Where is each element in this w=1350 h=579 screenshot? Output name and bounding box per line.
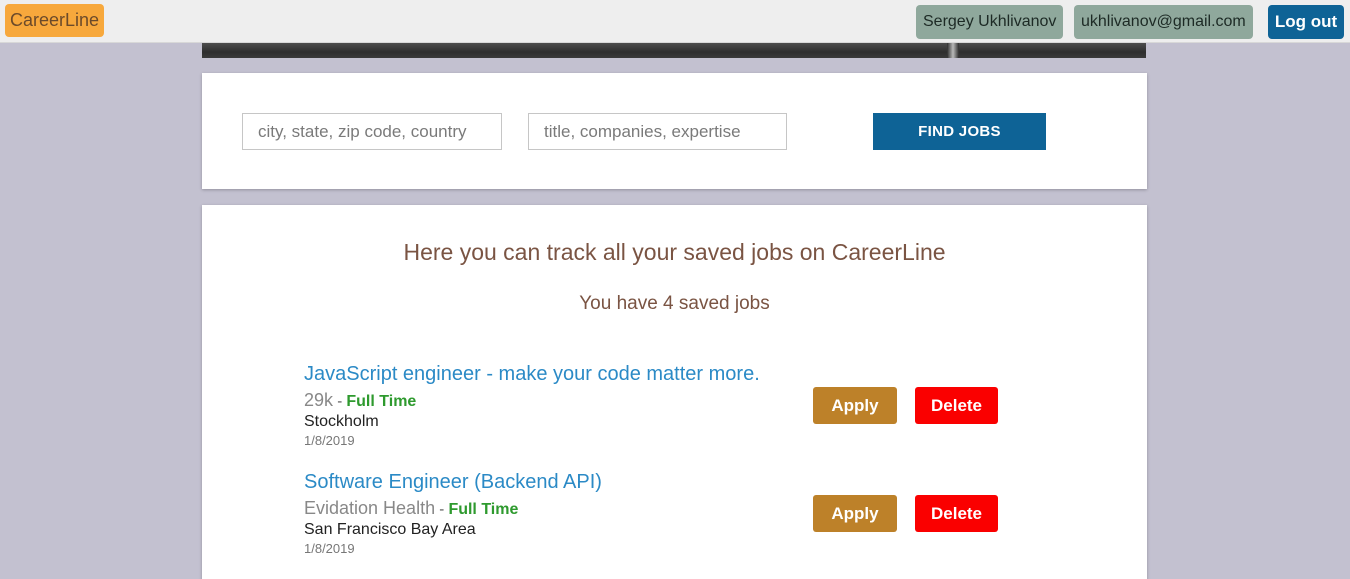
job-location: Stockholm [304,413,379,430]
saved-jobs-headline: Here you can track all your saved jobs o… [403,239,946,265]
saved-jobs-count: You have 4 saved jobs [579,293,770,314]
brand-logo-link[interactable]: CareerLine [5,4,105,37]
job-company: Evidation Health [304,498,436,518]
job-meta: 29k - Full Time [304,390,416,411]
saved-job-item: Software Engineer (Backend API) Evidatio… [304,471,1044,561]
user-email-badge[interactable]: ukhlivanov@gmail.com [1074,5,1253,39]
job-meta-separator: - [435,501,449,518]
apply-button[interactable]: Apply [813,387,897,424]
saved-job-item: JavaScript engineer - make your code mat… [304,363,1044,453]
job-title-link[interactable]: JavaScript engineer - make your code mat… [304,363,760,386]
job-type: Full Time [448,501,519,518]
apply-button[interactable]: Apply [813,495,897,532]
location-search-input[interactable] [242,113,502,150]
job-meta: Evidation Health - Full Time [304,498,518,519]
job-type: Full Time [346,393,417,410]
hero-image [202,43,1146,58]
job-title-link[interactable]: Software Engineer (Backend API) [304,471,602,494]
job-date: 1/8/2019 [304,433,355,448]
user-name-badge[interactable]: Sergey Ukhlivanov [916,5,1064,39]
find-jobs-button[interactable]: FIND JOBS [873,113,1046,150]
logout-button[interactable]: Log out [1268,5,1344,39]
delete-button[interactable]: Delete [915,387,998,424]
search-panel: FIND JOBS [202,73,1147,189]
job-company: 29k [304,390,334,410]
delete-button[interactable]: Delete [915,495,998,532]
keyword-search-input[interactable] [528,113,787,150]
top-navbar: CareerLine Sergey Ukhlivanov ukhlivanov@… [0,0,1350,43]
job-meta-separator: - [333,393,347,410]
job-date: 1/8/2019 [304,541,355,556]
saved-jobs-panel: Here you can track all your saved jobs o… [202,205,1147,579]
job-location: San Francisco Bay Area [304,521,476,538]
